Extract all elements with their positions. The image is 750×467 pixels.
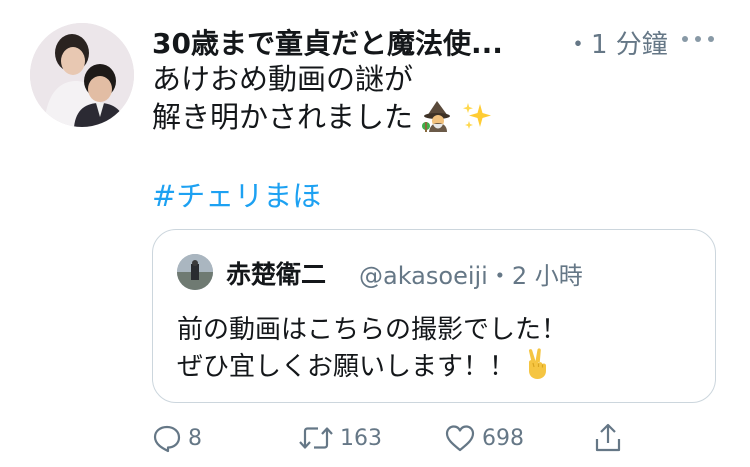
reply-count: 8	[188, 425, 202, 451]
tweet-text-line: 解き明かされました	[152, 100, 414, 134]
tweet-card[interactable]: 30歳まで童貞だと魔法使... ・1 分鐘 あけおめ動画の謎が 解き明かされまし…	[0, 0, 750, 467]
tweet-text-line-with-emoji: 解き明かされました	[152, 98, 493, 136]
like-button[interactable]: 698	[444, 420, 524, 456]
quoted-text-line-with-emoji: ぜひ宜しくお願いします！！	[177, 348, 567, 384]
quoted-text-line: ぜひ宜しくお願いします！！	[177, 352, 516, 382]
share-icon	[593, 422, 623, 454]
retweet-button[interactable]: 163	[298, 420, 382, 456]
hashtag-link[interactable]: #チェリまほ	[152, 173, 321, 215]
quoted-author-avatar[interactable]	[177, 254, 213, 290]
quoted-handle-time: @akasoeiji・2 小時	[359, 262, 583, 290]
quoted-tweet-text: 前の動画はこちらの撮影でした！ ぜひ宜しくお願いします！！	[177, 312, 567, 384]
victory-hand-emoji	[523, 348, 555, 380]
mage-emoji	[421, 100, 453, 132]
heart-icon	[444, 423, 476, 453]
quoted-tweet[interactable]: 赤楚衛二 @akasoeiji・2 小時 前の動画はこちらの撮影でした！ ぜひ宜…	[152, 229, 716, 403]
more-horizontal-icon[interactable]	[678, 26, 718, 52]
tweet-actions: 8 163 698	[152, 420, 632, 456]
tweet-text: あけおめ動画の謎が 解き明かされました	[152, 60, 493, 136]
share-button[interactable]	[593, 420, 623, 456]
reply-icon	[152, 423, 182, 453]
tweet-header: 30歳まで童貞だと魔法使... ・1 分鐘	[152, 22, 722, 62]
quoted-text-line: 前の動画はこちらの撮影でした！	[177, 315, 568, 345]
like-count: 698	[482, 425, 524, 451]
author-avatar[interactable]	[30, 23, 134, 127]
reply-button[interactable]: 8	[152, 420, 202, 456]
quoted-author-name[interactable]: 赤楚衛二	[226, 255, 326, 291]
sparkles-emoji	[461, 100, 493, 132]
retweet-icon	[298, 423, 334, 453]
tweet-timestamp[interactable]: ・1 分鐘	[565, 24, 668, 61]
tweet-text-line: あけおめ動画の謎が	[152, 62, 414, 96]
retweet-count: 163	[340, 425, 382, 451]
author-name[interactable]: 30歳まで童貞だと魔法使...	[152, 22, 503, 62]
